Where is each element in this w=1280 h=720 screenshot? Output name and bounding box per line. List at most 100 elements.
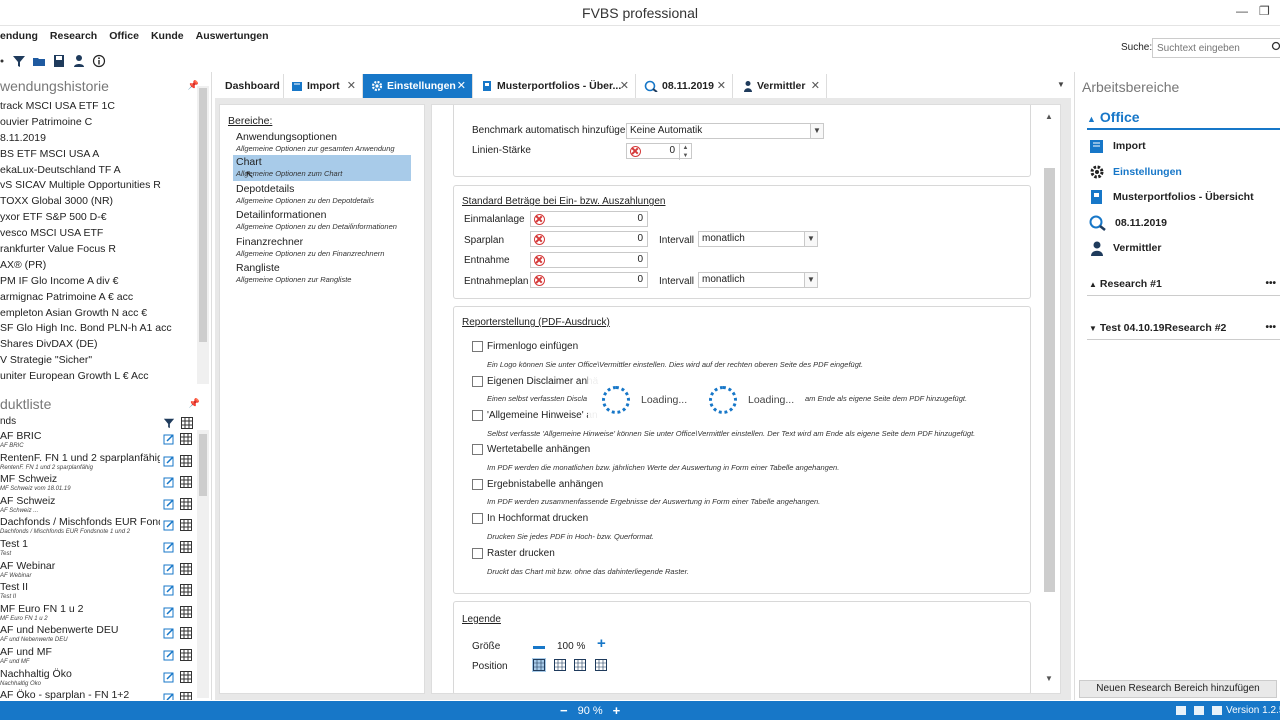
workspace-musterportfolios[interactable]: Musterportfolios - Übersicht (1089, 187, 1254, 207)
products-scroll-thumb[interactable] (199, 434, 207, 496)
settings-scrollbar[interactable]: ▲ ▼ (1043, 112, 1056, 688)
section-office[interactable]: ▲ Office (1087, 109, 1140, 125)
close-icon[interactable]: ✕ (347, 79, 356, 92)
hochformat-checkbox[interactable] (472, 513, 483, 524)
raster-checkbox[interactable] (472, 548, 483, 559)
chevron-down-icon[interactable]: ▼ (804, 232, 817, 246)
list-item[interactable]: AF BRIC AF BRIC (0, 430, 196, 452)
grid-icon[interactable] (180, 497, 192, 510)
list-item[interactable]: MF Schweiz MF Schweiz vom 18.01.19 (0, 473, 196, 495)
history-item[interactable]: 8.11.2019 (0, 132, 196, 148)
close-icon[interactable]: ✕ (811, 79, 820, 92)
grid-icon[interactable] (180, 584, 192, 597)
grid-icon[interactable] (180, 454, 192, 467)
save-icon[interactable] (52, 54, 66, 68)
minimize-icon[interactable]: — (1236, 4, 1248, 18)
list-item[interactable]: RentenF. FN 1 und 2 sparplanfähig RentenF… (0, 452, 196, 474)
list-item[interactable]: MF Euro FN 1 u 2 MF Euro FN 1 u 2 (0, 603, 196, 625)
list-item[interactable]: AF Schweiz AF Schweiz ... (0, 495, 196, 517)
tab-vermittler[interactable]: Vermittler ✕ (733, 74, 827, 98)
edit-icon[interactable] (163, 433, 175, 445)
grid-icon[interactable] (180, 670, 192, 683)
hinweise-checkbox[interactable] (472, 410, 483, 421)
edit-icon[interactable] (163, 563, 175, 575)
history-item[interactable]: armignac Patrimoine A € acc (0, 291, 196, 307)
grid-icon[interactable] (180, 692, 192, 700)
entnahmeplan-input[interactable]: 0 (530, 272, 648, 288)
list-item[interactable]: AF und Nebenwerte DEU AF und Nebenwerte D… (0, 624, 196, 646)
disclaimer-checkbox[interactable] (472, 376, 483, 387)
benchmark-select[interactable]: Keine Automatik ▼ (626, 123, 824, 139)
history-item[interactable]: vS SICAV Multiple Opportunities R (0, 179, 196, 195)
filter-icon[interactable] (12, 54, 26, 68)
history-item[interactable]: track MSCI USA ETF 1C (0, 100, 196, 116)
close-icon[interactable]: ✕ (457, 79, 466, 92)
history-item[interactable]: PM IF Glo Income A div € (0, 275, 196, 291)
history-scrollbar[interactable] (197, 86, 209, 384)
zoom-out-icon[interactable]: − (560, 703, 568, 718)
edit-icon[interactable] (163, 476, 175, 488)
filter-icon[interactable] (163, 417, 175, 429)
tab-musterportfolios[interactable]: Musterportfolios - Über... ✕ (473, 74, 636, 98)
history-scroll-thumb[interactable] (199, 88, 207, 342)
window-icon[interactable] (1176, 706, 1186, 715)
bereich-rangliste[interactable]: Rangliste Allgemeine Optionen zur Ranglis… (233, 261, 411, 287)
legend-position-top-right-icon[interactable] (553, 658, 567, 672)
chevron-down-icon[interactable]: ▼ (804, 273, 817, 287)
workspace-einstellungen[interactable]: Einstellungen (1089, 162, 1182, 182)
workspace-import[interactable]: Import (1089, 136, 1146, 156)
list-item[interactable]: Dachfonds / Mischfonds EUR Fondsn Dachfon… (0, 516, 196, 538)
grid-icon[interactable] (180, 433, 192, 445)
grid-icon[interactable] (180, 519, 192, 532)
edit-icon[interactable] (163, 498, 175, 510)
bereich-detailinformationen[interactable]: Detailinformationen Allgemeine Optionen z… (233, 208, 411, 234)
bereich-depotdetails[interactable]: Depotdetails Allgemeine Optionen zu den D… (233, 182, 411, 208)
menu-anwendung[interactable]: endung (0, 30, 38, 48)
list-item[interactable]: AF Webinar AF Webinar (0, 560, 196, 582)
chevron-down-icon[interactable]: ▼ (1045, 674, 1053, 683)
search-icon[interactable] (1271, 41, 1280, 53)
history-item[interactable]: ouvier Patrimoine C (0, 116, 196, 132)
info-icon[interactable] (92, 54, 106, 68)
history-item[interactable]: ekaLux-Deutschland TF A (0, 164, 196, 180)
list-item[interactable]: AF und MF AF und MF (0, 646, 196, 668)
history-item[interactable]: vesco MSCI USA ETF (0, 227, 196, 243)
tab-dashboard[interactable]: Dashboard (215, 74, 284, 98)
firmenlogo-checkbox[interactable] (472, 341, 483, 352)
legend-position-bottom-right-icon[interactable] (594, 658, 608, 672)
menu-office[interactable]: Office (109, 30, 139, 48)
grid-icon[interactable] (180, 648, 192, 661)
history-item[interactable]: V Strategie "Sicher" (0, 354, 196, 370)
add-research-button[interactable]: Neuen Research Bereich hinzufügen (1079, 680, 1277, 698)
group-research-2[interactable]: ▼ Test 04.10.19Research #2 (1089, 322, 1226, 334)
history-item[interactable]: empleton Asian Growth N acc € (0, 307, 196, 323)
list-item[interactable]: Test II Test II (0, 581, 196, 603)
grid-icon[interactable] (180, 476, 192, 489)
tab-import[interactable]: Import ✕ (284, 74, 363, 98)
edit-icon[interactable] (163, 692, 175, 700)
window-icon[interactable] (1194, 706, 1204, 715)
ergebnistabelle-checkbox[interactable] (472, 479, 483, 490)
plus-icon[interactable]: + (597, 636, 606, 651)
edit-icon[interactable] (163, 519, 175, 531)
history-item[interactable]: Shares DivDAX (DE) (0, 338, 196, 354)
spinner-icon[interactable]: ▲ ▼ (679, 144, 691, 160)
history-item[interactable]: SF Glo High Inc. Bond PLN-h A1 acc (0, 322, 196, 338)
history-item[interactable]: AX® (PR) (0, 259, 196, 275)
grid-icon[interactable] (180, 562, 192, 575)
entnahmeplan-intervall-select[interactable]: monatlich ▼ (698, 272, 818, 288)
workspace-vermittler[interactable]: Vermittler (1089, 238, 1161, 258)
list-item[interactable]: Test 1 Test (0, 538, 196, 560)
history-item[interactable]: rankfurter Value Focus R (0, 243, 196, 259)
tab-einstellungen[interactable]: Einstellungen ✕ (363, 74, 473, 98)
bereich-finanzrechner[interactable]: Finanzrechner Allgemeine Optionen zu den … (233, 235, 411, 261)
legend-position-top-left-icon[interactable] (532, 658, 546, 672)
zoom-in-icon[interactable]: + (613, 703, 621, 718)
edit-icon[interactable] (163, 671, 175, 683)
legend-position-bottom-left-icon[interactable] (573, 658, 587, 672)
bereich-anwendungsoptionen[interactable]: Anwendungsoptionen Allgemeine Optionen zu… (233, 130, 411, 156)
edit-icon[interactable] (163, 541, 175, 553)
user-icon[interactable] (72, 54, 86, 68)
edit-icon[interactable] (163, 649, 175, 661)
products-scrollbar[interactable] (197, 430, 209, 698)
